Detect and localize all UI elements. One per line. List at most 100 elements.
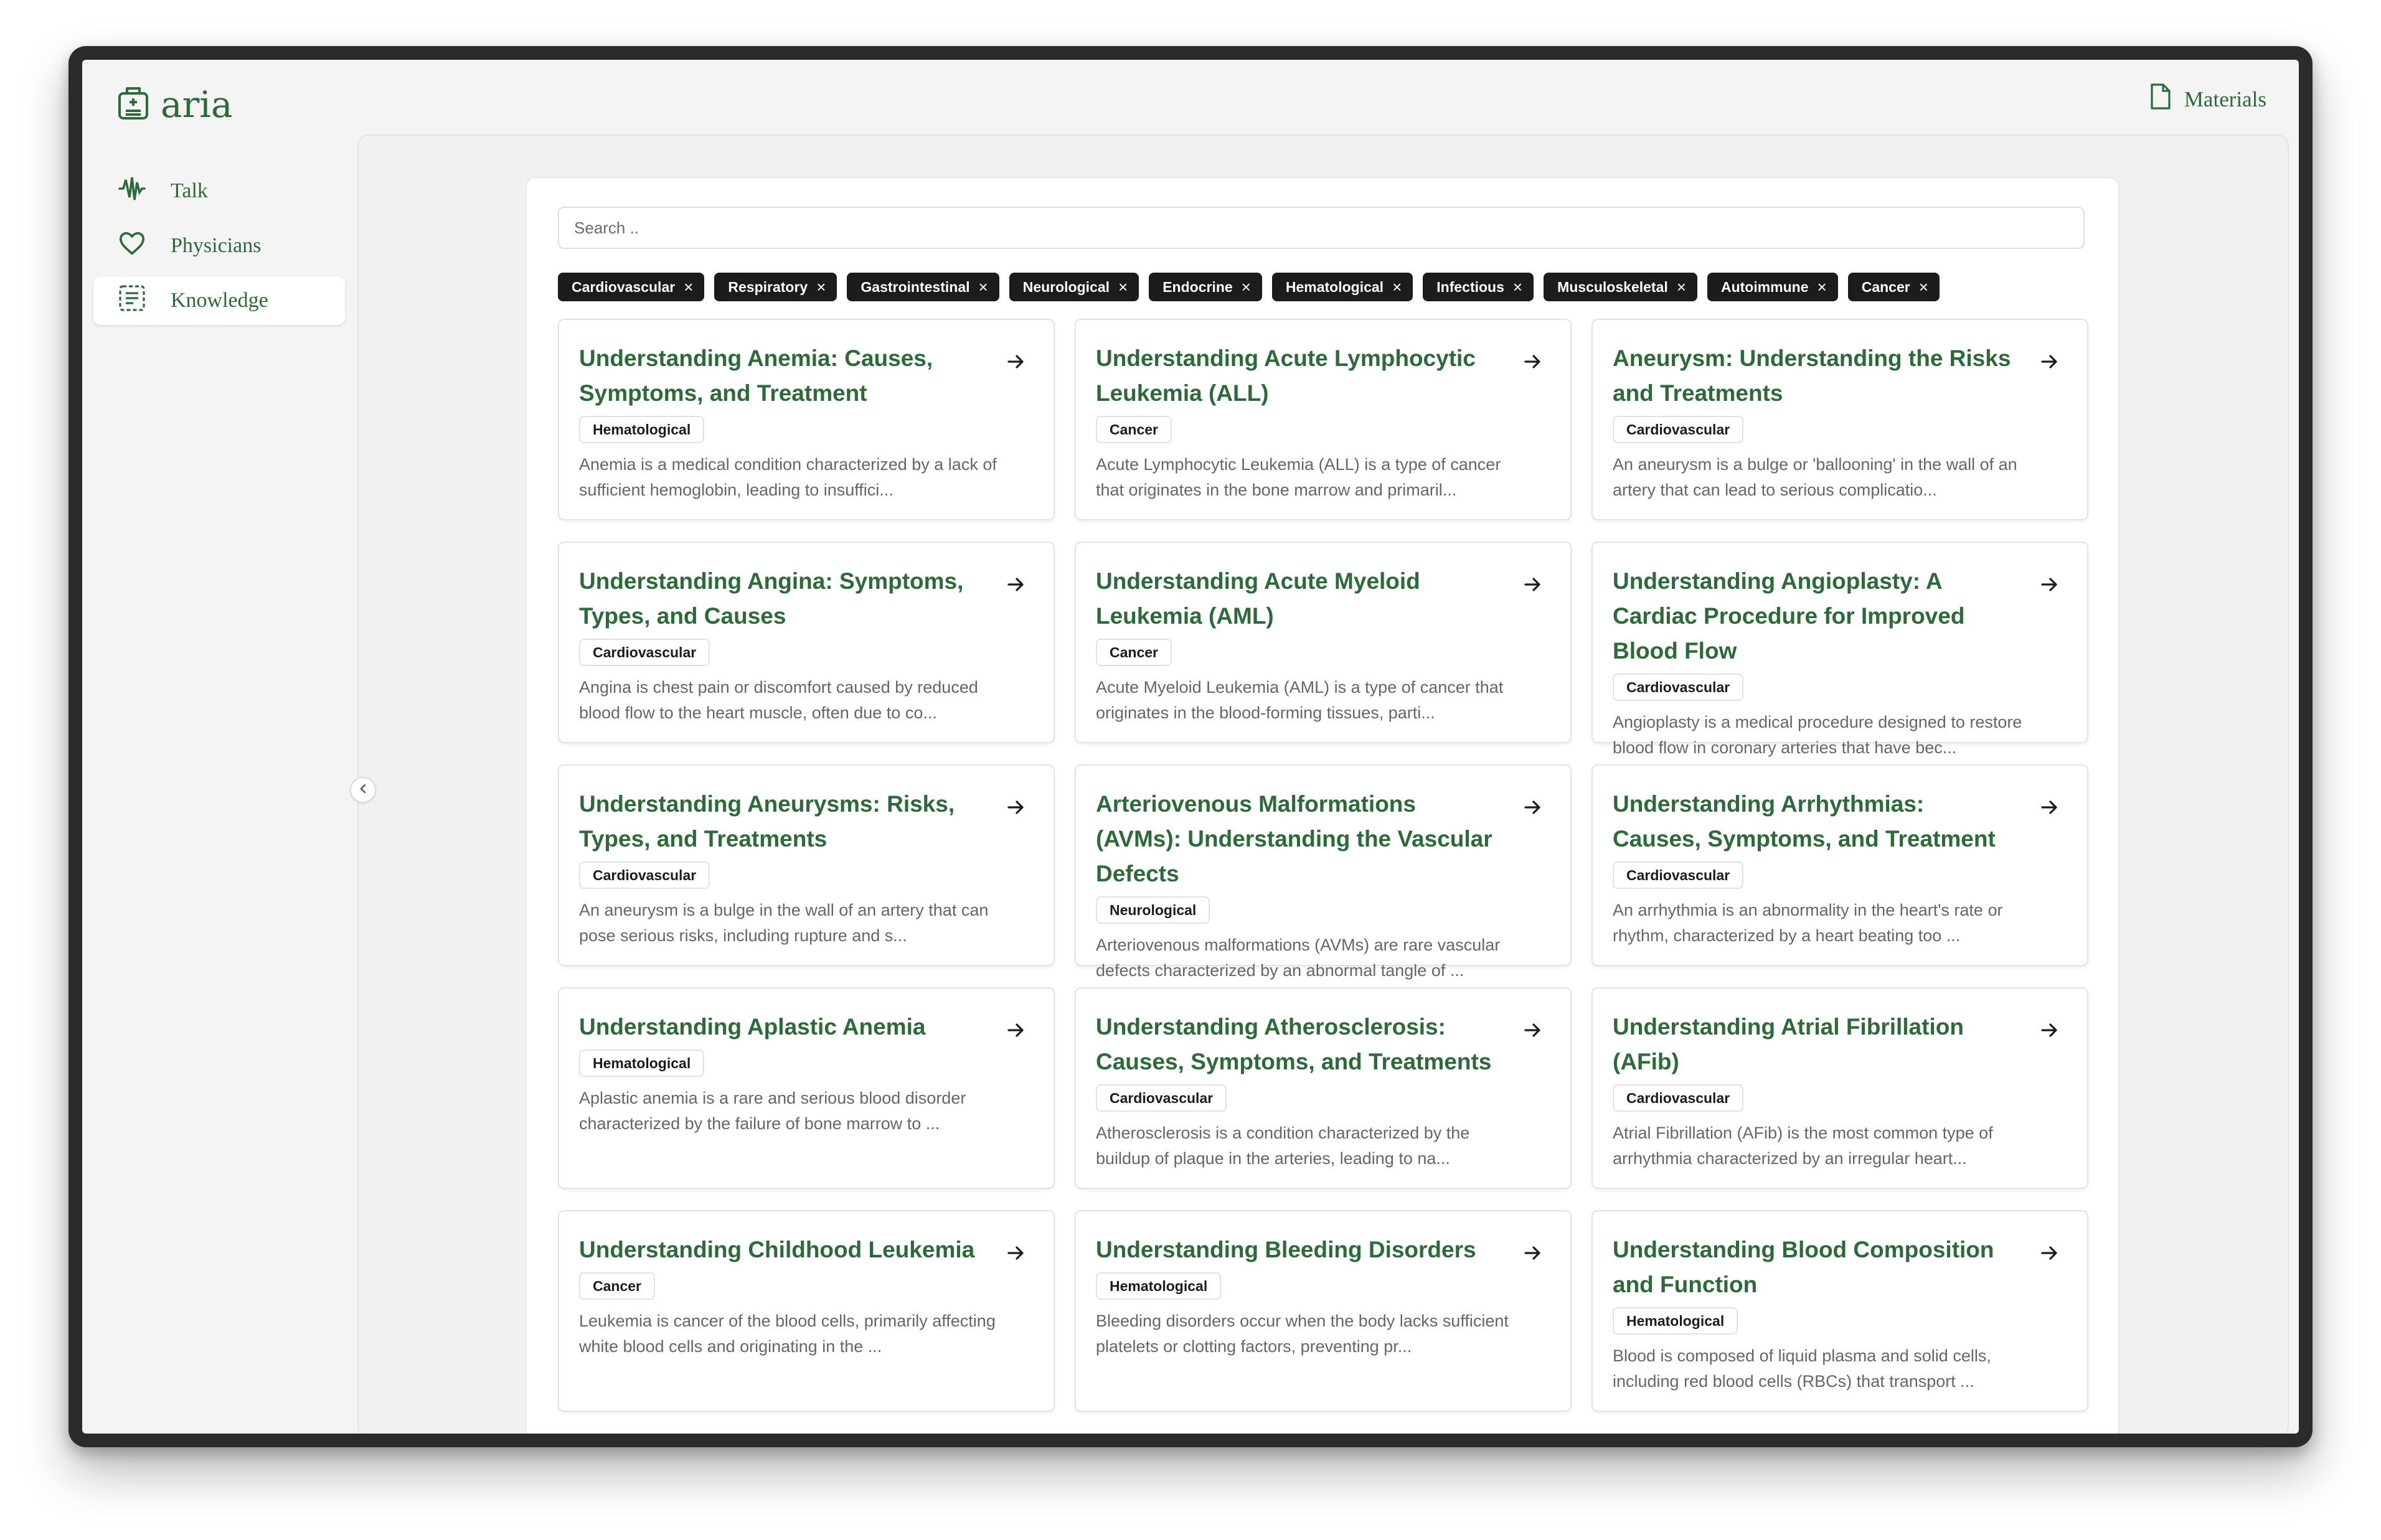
article-card[interactable]: Understanding Aneurysms: Risks, Types, a… [558, 764, 1055, 966]
sidebar-item-label: Knowledge [171, 289, 268, 312]
article-card[interactable]: Understanding Childhood Leukemia Cancer Le… [558, 1210, 1055, 1412]
article-title: Understanding Aneurysms: Risks, Types, a… [579, 791, 955, 852]
arrow-right-icon[interactable] [1523, 798, 1542, 820]
article-title: Understanding Atherosclerosis: Causes, S… [1096, 1014, 1492, 1074]
arrow-right-icon[interactable] [2040, 1021, 2058, 1043]
sidebar-item-physicians[interactable]: Physicians [93, 222, 345, 270]
article-title: Understanding Childhood Leukemia [579, 1237, 975, 1262]
category-tag: Cardiovascular [1613, 416, 1744, 443]
filter-chips: Cardiovascular × Respiratory × Gastrointesti… [558, 273, 1940, 301]
remove-filter-icon[interactable]: × [684, 279, 693, 295]
remove-filter-icon[interactable]: × [1513, 279, 1522, 295]
article-card[interactable]: Understanding Bleeding Disorders Hematolo… [1075, 1210, 1572, 1412]
article-card[interactable]: Understanding Angina: Symptoms, Types, a… [558, 542, 1055, 743]
waveform-icon [118, 175, 146, 208]
remove-filter-icon[interactable]: × [1919, 279, 1928, 295]
article-card[interactable]: Aneurysm: Understanding the Risks and Tr… [1591, 319, 2088, 520]
category-tag: Cancer [1096, 416, 1172, 443]
filter-chip[interactable]: Autoimmune × [1707, 273, 1838, 301]
remove-filter-icon[interactable]: × [1118, 279, 1128, 295]
article-title: Understanding Aplastic Anemia [579, 1014, 926, 1040]
article-title: Understanding Acute Myeloid Leukemia (AM… [1096, 568, 1420, 629]
sidebar-item-label: Talk [171, 179, 208, 202]
arrow-right-icon[interactable] [2040, 575, 2058, 597]
article-description: Acute Myeloid Leukemia (AML) is a type o… [1096, 678, 1504, 722]
filter-chip-label: Musculoskeletal [1557, 278, 1668, 295]
arrow-right-icon[interactable] [1523, 1244, 1542, 1265]
article-description: Aplastic anemia is a rare and serious bl… [579, 1089, 966, 1133]
collapse-sidebar-button[interactable] [350, 777, 376, 803]
article-card[interactable]: Understanding Aplastic Anemia Hematologic… [558, 987, 1055, 1189]
arrow-right-icon[interactable] [2040, 798, 2058, 820]
filter-chip[interactable]: Hematological × [1271, 273, 1413, 301]
remove-filter-icon[interactable]: × [1392, 279, 1402, 295]
app-screen: aria Materials Talk Physicians Knowledge… [82, 60, 2299, 1434]
app-name: aria [161, 83, 233, 126]
filter-chip[interactable]: Neurological × [1009, 273, 1139, 301]
sidebar-item-knowledge[interactable]: Knowledge [93, 276, 345, 325]
article-description: An aneurysm is a bulge in the wall of an… [579, 901, 989, 945]
category-tag: Cardiovascular [1613, 1084, 1744, 1112]
arrow-right-icon[interactable] [1006, 352, 1025, 374]
filter-chip[interactable]: Cardiovascular × [558, 273, 705, 301]
article-description: Angioplasty is a medical procedure desig… [1613, 713, 2022, 757]
filter-chip[interactable]: Gastrointestinal × [847, 273, 999, 301]
filter-chip[interactable]: Infectious × [1423, 273, 1534, 301]
heart-icon [118, 231, 146, 261]
article-description: Acute Lymphocytic Leukemia (ALL) is a ty… [1096, 455, 1501, 499]
file-icon [2149, 83, 2171, 115]
remove-filter-icon[interactable]: × [1677, 279, 1686, 295]
search-input[interactable] [558, 207, 2085, 249]
filter-chip-label: Neurological [1022, 278, 1110, 295]
article-description: Atrial Fibrillation (AFib) is the most c… [1613, 1124, 1993, 1168]
filter-chip-label: Endocrine [1162, 278, 1233, 295]
arrow-right-icon[interactable] [1523, 1021, 1542, 1043]
app-logo[interactable]: aria [117, 83, 232, 126]
article-title: Arteriovenous Malformations (AVMs): Unde… [1096, 791, 1492, 886]
remove-filter-icon[interactable]: × [1242, 279, 1251, 295]
filter-chip[interactable]: Endocrine × [1149, 273, 1262, 301]
article-card[interactable]: Understanding Atherosclerosis: Causes, S… [1075, 987, 1572, 1189]
filter-chip-label: Gastrointestinal [860, 278, 970, 295]
article-title: Understanding Anemia: Causes, Symptoms, … [579, 345, 933, 406]
article-title: Aneurysm: Understanding the Risks and Tr… [1613, 345, 2011, 406]
article-description: Blood is composed of liquid plasma and s… [1613, 1346, 1991, 1391]
remove-filter-icon[interactable]: × [816, 279, 826, 295]
article-card[interactable]: Understanding Angioplasty: A Cardiac Pro… [1591, 542, 2088, 757]
article-description: Arteriovenous malformations (AVMs) are r… [1096, 936, 1501, 980]
arrow-right-icon[interactable] [1006, 575, 1025, 597]
category-tag: Cancer [1096, 639, 1172, 666]
materials-link[interactable]: Materials [2149, 83, 2266, 115]
filter-chip-label: Hematological [1285, 278, 1384, 295]
remove-filter-icon[interactable]: × [1818, 279, 1827, 295]
article-title: Understanding Angina: Symptoms, Types, a… [579, 568, 964, 629]
filter-chip[interactable]: Respiratory × [714, 273, 837, 301]
article-card[interactable]: Understanding Anemia: Causes, Symptoms, … [558, 319, 1055, 520]
knowledge-panel: Cardiovascular×Respiratory×Gastrointesti… [526, 177, 2119, 1434]
article-card[interactable]: Understanding Acute Lymphocytic Leukemia… [1075, 319, 1572, 520]
category-tag: Cancer [579, 1272, 655, 1300]
article-card[interactable]: Understanding Blood Composition and Func… [1591, 1210, 2088, 1412]
article-card[interactable]: Understanding Arrhythmias: Causes, Sympt… [1591, 764, 2088, 966]
article-title: Understanding Atrial Fibrillation (AFib) [1613, 1014, 1964, 1074]
arrow-right-icon[interactable] [2040, 1244, 2058, 1265]
article-card[interactable]: Arteriovenous Malformations (AVMs): Unde… [1075, 764, 1572, 980]
arrow-right-icon[interactable] [1523, 352, 1542, 374]
category-tag: Cardiovascular [1613, 674, 1744, 701]
article-description: Bleeding disorders occur when the body l… [1096, 1312, 1509, 1356]
category-tag: Cardiovascular [579, 639, 710, 666]
filter-chip[interactable]: Cancer × [1847, 273, 1940, 301]
arrow-right-icon[interactable] [1523, 575, 1542, 597]
remove-filter-icon[interactable]: × [979, 279, 988, 295]
arrow-right-icon[interactable] [1006, 1244, 1025, 1265]
filter-chip[interactable]: Musculoskeletal × [1544, 273, 1697, 301]
materials-label: Materials [2184, 87, 2266, 111]
article-card[interactable]: Understanding Atrial Fibrillation (AFib)… [1591, 987, 2088, 1189]
arrow-right-icon[interactable] [1006, 1021, 1025, 1043]
sidebar-item-talk[interactable]: Talk [93, 167, 345, 215]
arrow-right-icon[interactable] [1006, 798, 1025, 820]
article-title: Understanding Bleeding Disorders [1096, 1237, 1476, 1262]
document-list-icon [118, 284, 146, 317]
article-card[interactable]: Understanding Acute Myeloid Leukemia (AM… [1075, 542, 1572, 743]
arrow-right-icon[interactable] [2040, 352, 2058, 374]
